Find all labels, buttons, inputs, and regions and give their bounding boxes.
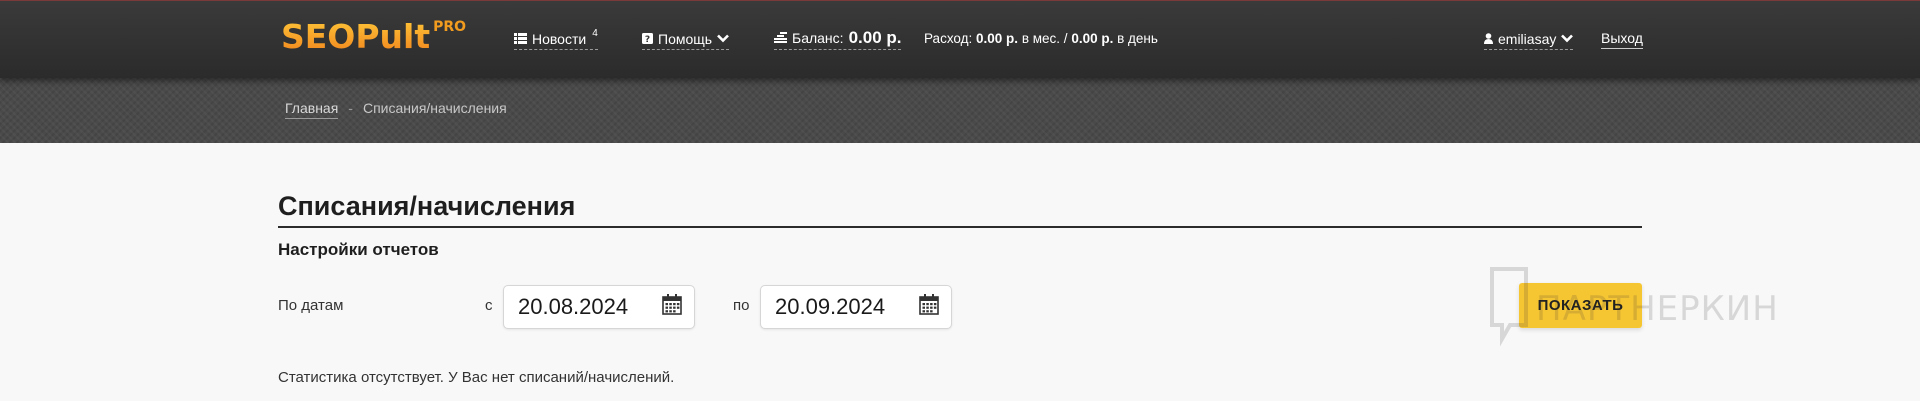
question-icon: ? [642, 33, 653, 44]
expense-stats: Расход: 0.00 р. в мес. / 0.00 р. в день [924, 29, 1158, 49]
username-label: emiliasay [1498, 30, 1557, 47]
date-from-input[interactable] [518, 294, 648, 320]
date-to-label: по [733, 297, 750, 314]
user-icon [1484, 33, 1493, 44]
report-settings-heading: Настройки отчетов [278, 240, 439, 259]
breadcrumb-separator: - [348, 100, 353, 116]
expense-day-value: 0.00 р. [1071, 31, 1114, 46]
news-label: Новости [532, 30, 587, 47]
svg-text:?: ? [645, 35, 650, 44]
expense-month-suffix: в мес. / [1021, 31, 1068, 46]
help-menu[interactable]: ? Помощь [642, 28, 730, 50]
empty-state-message: Статистика отсутствует. У Вас нет списан… [278, 369, 675, 386]
date-to-input[interactable] [775, 294, 905, 320]
balance-value: 0.00 р. [848, 27, 902, 47]
top-header: SEOPult PRO Новости 4 ? Помощь Баланс: 0… [0, 0, 1920, 78]
expense-month-value: 0.00 р. [976, 31, 1019, 46]
list-icon [514, 33, 527, 44]
logout-link[interactable]: Выход [1601, 28, 1643, 49]
date-from-label: с [485, 297, 493, 314]
calendar-icon[interactable] [919, 294, 939, 320]
seopult-logo[interactable]: SEOPult PRO [281, 15, 466, 59]
balance-menu[interactable]: Баланс: 0.00 р. [774, 26, 902, 50]
page-title: Списания/начисления [278, 191, 576, 221]
help-label: Помощь [658, 30, 713, 47]
coins-icon [774, 32, 787, 43]
breadcrumb-home-link[interactable]: Главная [285, 98, 339, 119]
title-divider [278, 226, 1642, 228]
news-count-badge: 4 [592, 27, 598, 39]
chevron-down-icon [717, 34, 729, 43]
logo-pro-badge: PRO [433, 19, 467, 35]
chevron-down-icon [1561, 34, 1574, 43]
logo-wordmark: SEOPult [281, 15, 430, 59]
calendar-icon[interactable] [662, 294, 682, 320]
breadcrumb-current: Списания/начисления [362, 100, 507, 116]
date-filter-label: По датам [278, 297, 344, 314]
expense-label: Расход: [924, 31, 973, 46]
user-menu[interactable]: emiliasay [1484, 28, 1574, 50]
balance-label: Баланс: [792, 29, 844, 46]
date-to-field[interactable] [760, 285, 952, 329]
date-from-field[interactable] [503, 285, 695, 329]
show-button[interactable]: ПОКАЗАТЬ [1519, 283, 1642, 328]
news-menu[interactable]: Новости 4 [514, 28, 598, 50]
breadcrumb: Главная - Списания/начисления [285, 98, 507, 119]
expense-day-suffix: в день [1117, 31, 1158, 46]
